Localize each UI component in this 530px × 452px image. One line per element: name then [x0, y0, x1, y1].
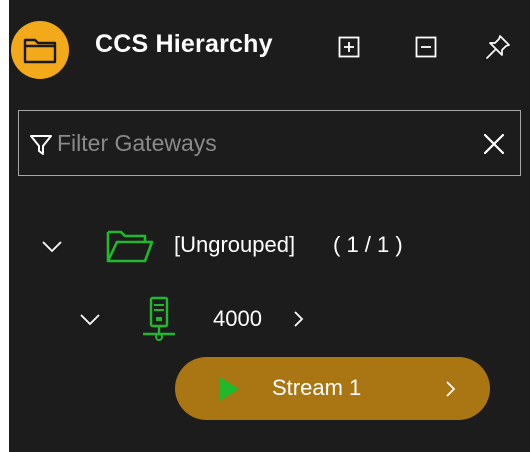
filter-icon: [30, 135, 52, 155]
chevron-down-icon[interactable]: [41, 240, 63, 254]
play-icon: [220, 377, 239, 401]
collapse-all-button[interactable]: [413, 34, 439, 60]
panel-header: CCS Hierarchy: [9, 0, 530, 92]
close-icon[interactable]: [481, 131, 507, 157]
folder-badge[interactable]: [11, 21, 69, 79]
ccs-hierarchy-panel: CCS Hierarchy Filter Gateways [Ungrouped…: [9, 0, 530, 452]
folder-icon: [23, 38, 57, 64]
expand-all-button[interactable]: [336, 34, 362, 60]
filter-gateways-input[interactable]: [57, 121, 457, 165]
group-label: [Ungrouped]: [174, 232, 296, 257]
chevron-right-icon: [446, 381, 456, 397]
filter-box: [18, 110, 521, 176]
collapse-all-icon: [415, 36, 437, 58]
expand-all-icon: [338, 36, 360, 58]
gateway-icon: [143, 296, 175, 341]
panel-title: CCS Hierarchy: [95, 30, 273, 58]
open-folder-icon: [106, 230, 154, 263]
pin-button[interactable]: [485, 34, 511, 60]
chevron-down-icon[interactable]: [79, 313, 101, 327]
gateway-label: 4000: [213, 306, 262, 331]
stream-label: Stream 1: [272, 375, 362, 400]
pin-icon: [486, 35, 510, 59]
stream-button[interactable]: Stream 1: [175, 357, 490, 420]
group-count: ( 1 / 1 ): [333, 232, 403, 257]
chevron-right-icon[interactable]: [292, 309, 306, 329]
